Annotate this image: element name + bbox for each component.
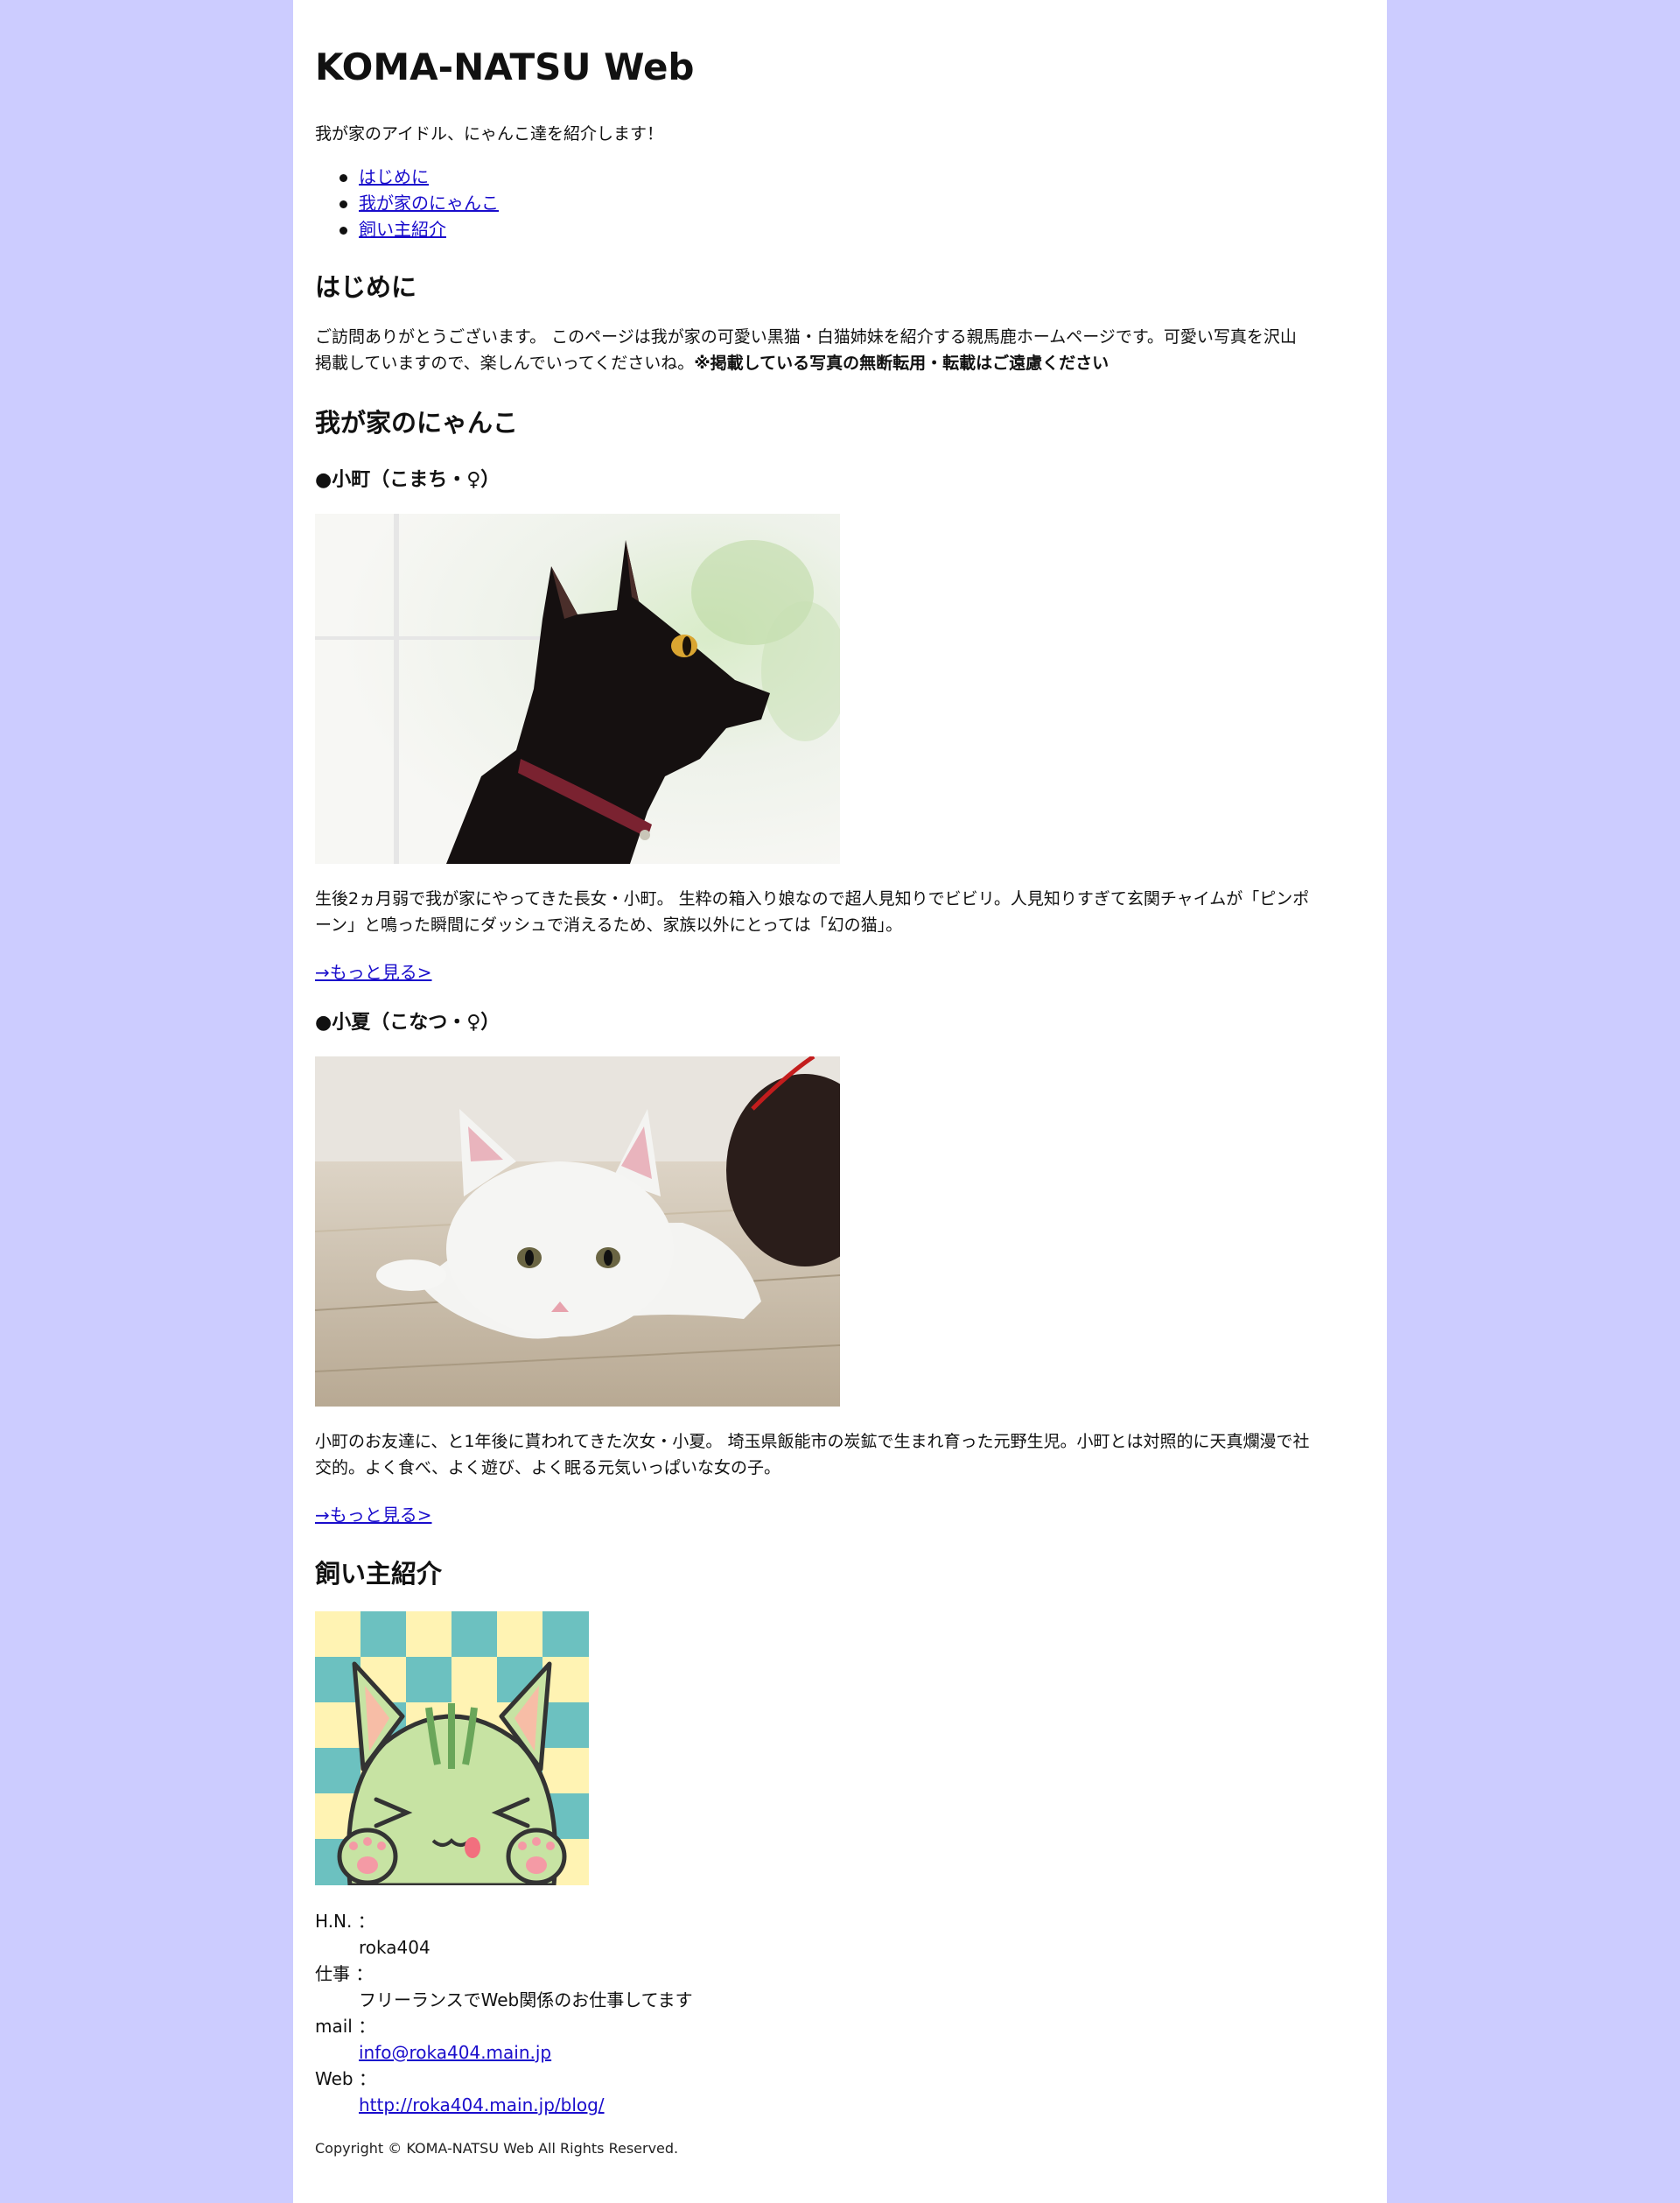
content-area: KOMA-NATSU Web 我が家のアイドル、にゃんこ達を紹介します！ はじめ… [293,0,1387,2203]
komachi-photo [315,514,840,864]
green-cat-avatar-icon [315,1611,589,1885]
komachi-text-line2: ーン」と鳴った瞬間にダッシュで消えるため、家族以外にとっては「幻の猫」。 [315,916,903,935]
web-label: Web ： [315,2068,376,2089]
intro-text-line2: 掲載していますので、楽しんでいってくださいね。 [315,354,695,373]
komachi-more-link[interactable]: →もっと見る> [315,958,432,984]
hn-value: roka404 [359,1937,430,1958]
komachi-description: 生後2ヵ月弱で我が家にやってきた長女・小町。 生粋の箱入り娘なので超人見知りでビ… [315,886,1365,938]
toc-item-owner: 飼い主紹介 [315,216,499,242]
konatsu-photo [315,1056,840,1407]
owner-avatar [315,1611,589,1885]
intro-text: ご訪問ありがとうございます。 このページは我が家の可愛い黒猫・白猫姉妹を紹介する… [315,324,1365,376]
white-cat-image [315,1056,840,1407]
konatsu-more-link[interactable]: →もっと見る> [315,1501,432,1526]
job-label: 仕事 ： [315,1963,374,1984]
copyright-warning: ※掲載している写真の無断転用・転載はご遠慮ください [694,354,1110,373]
konatsu-text-line1: 小町のお友達に、と1年後に貰われてきた次女・小夏。 埼玉県飯能市の炭鉱で生まれ育… [315,1432,1310,1451]
mail-label: mail ： [315,2016,376,2037]
toc-item-intro: はじめに [315,164,499,190]
mail-link[interactable]: info@roka404.main.jp [359,2042,551,2063]
mail-value: info@roka404.main.jp [315,2039,693,2066]
owner-heading: 飼い主紹介 [315,1559,443,1589]
toc-link-intro[interactable]: はじめに [359,166,429,187]
intro-text-line1: ご訪問ありがとうございます。 このページは我が家の可愛い黒猫・白猫姉妹を紹介する… [315,327,1297,347]
konatsu-text-line2: 交的。よく食べ、よく遊び、よく眠る元気いっぱいな女の子。 [315,1458,781,1477]
cats-heading: 我が家のにゃんこ [315,408,519,438]
black-cat-image [315,514,840,864]
toc-link-cats[interactable]: 我が家のにゃんこ [359,193,499,214]
web-link[interactable]: http://roka404.main.jp/blog/ [359,2094,605,2115]
owner-profile: H.N. ： roka404 仕事 ： フリーランスでWeb関係のお仕事してます… [315,1908,693,2118]
footer-copyright: Copyright © KOMA-NATSU Web All Rights Re… [315,2140,679,2157]
web-value: http://roka404.main.jp/blog/ [315,2092,693,2118]
konatsu-description: 小町のお友達に、と1年後に貰われてきた次女・小夏。 埼玉県飯能市の炭鉱で生まれ育… [315,1428,1365,1481]
site-tagline: 我が家のアイドル、にゃんこ達を紹介します！ [315,124,664,144]
table-of-contents: はじめに 我が家のにゃんこ 飼い主紹介 [315,164,499,242]
site-title: KOMA-NATSU Web [315,46,695,88]
toc-link-owner[interactable]: 飼い主紹介 [359,219,446,240]
toc-item-cats: 我が家のにゃんこ [315,190,499,216]
komachi-name: ●小町（こまち・♀） [315,469,500,491]
intro-heading: はじめに [315,272,417,302]
komachi-text-line1: 生後2ヵ月弱で我が家にやってきた長女・小町。 生粋の箱入り娘なので超人見知りでビ… [315,889,1310,909]
job-value: フリーランスでWeb関係のお仕事してます [359,1989,693,2010]
konatsu-name: ●小夏（こなつ・♀） [315,1012,500,1034]
hn-label: H.N. ： [315,1911,375,1932]
